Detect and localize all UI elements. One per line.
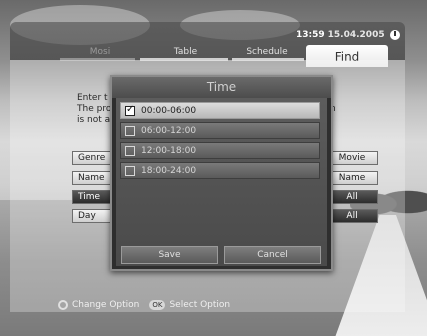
cancel-button[interactable]: Cancel — [224, 246, 321, 264]
hint-select-option: Select Option — [169, 300, 231, 310]
checkbox-checked-icon[interactable] — [125, 104, 135, 116]
time-dialog: Time 00:00-06:00 06:00-12:00 12:00-18:00… — [110, 75, 333, 271]
arrow-keys-icon — [58, 300, 68, 310]
hint-bar: Change Option OK Select Option — [58, 300, 230, 310]
save-button[interactable]: Save — [121, 246, 218, 264]
option-name-value[interactable]: Name — [326, 171, 378, 185]
option-genre-value[interactable]: Movie — [326, 151, 378, 165]
checkbox-icon[interactable] — [125, 125, 135, 136]
clock-date: 15.04.2005 — [327, 30, 385, 40]
checkbox-icon[interactable] — [125, 145, 135, 156]
time-option-12-18[interactable]: 12:00-18:00 — [120, 142, 320, 159]
clock-time: 13:59 — [296, 30, 325, 40]
tv-screen: 13:59 15.04.2005 Mosi Table Schedule Fin… — [0, 0, 427, 336]
checkbox-icon[interactable] — [125, 165, 135, 176]
ok-key-icon: OK — [149, 300, 166, 310]
time-option-18-24[interactable]: 18:00-24:00 — [120, 162, 320, 179]
option-time-value[interactable]: All — [326, 190, 378, 204]
hint-change-option: Change Option — [72, 300, 140, 310]
time-option-label: 06:00-12:00 — [141, 125, 197, 136]
time-option-label: 12:00-18:00 — [141, 145, 197, 156]
time-option-label: 00:00-06:00 — [141, 105, 197, 116]
time-option-06-12[interactable]: 06:00-12:00 — [120, 122, 320, 139]
instruction-text: Enter t The pro is not a — [77, 93, 112, 125]
time-option-label: 18:00-24:00 — [141, 165, 197, 176]
clock-icon — [389, 30, 400, 40]
dialog-title: Time — [112, 77, 331, 98]
clock: 13:59 15.04.2005 — [296, 28, 400, 42]
option-day-value[interactable]: All — [326, 209, 378, 223]
time-option-00-06[interactable]: 00:00-06:00 — [120, 102, 320, 119]
